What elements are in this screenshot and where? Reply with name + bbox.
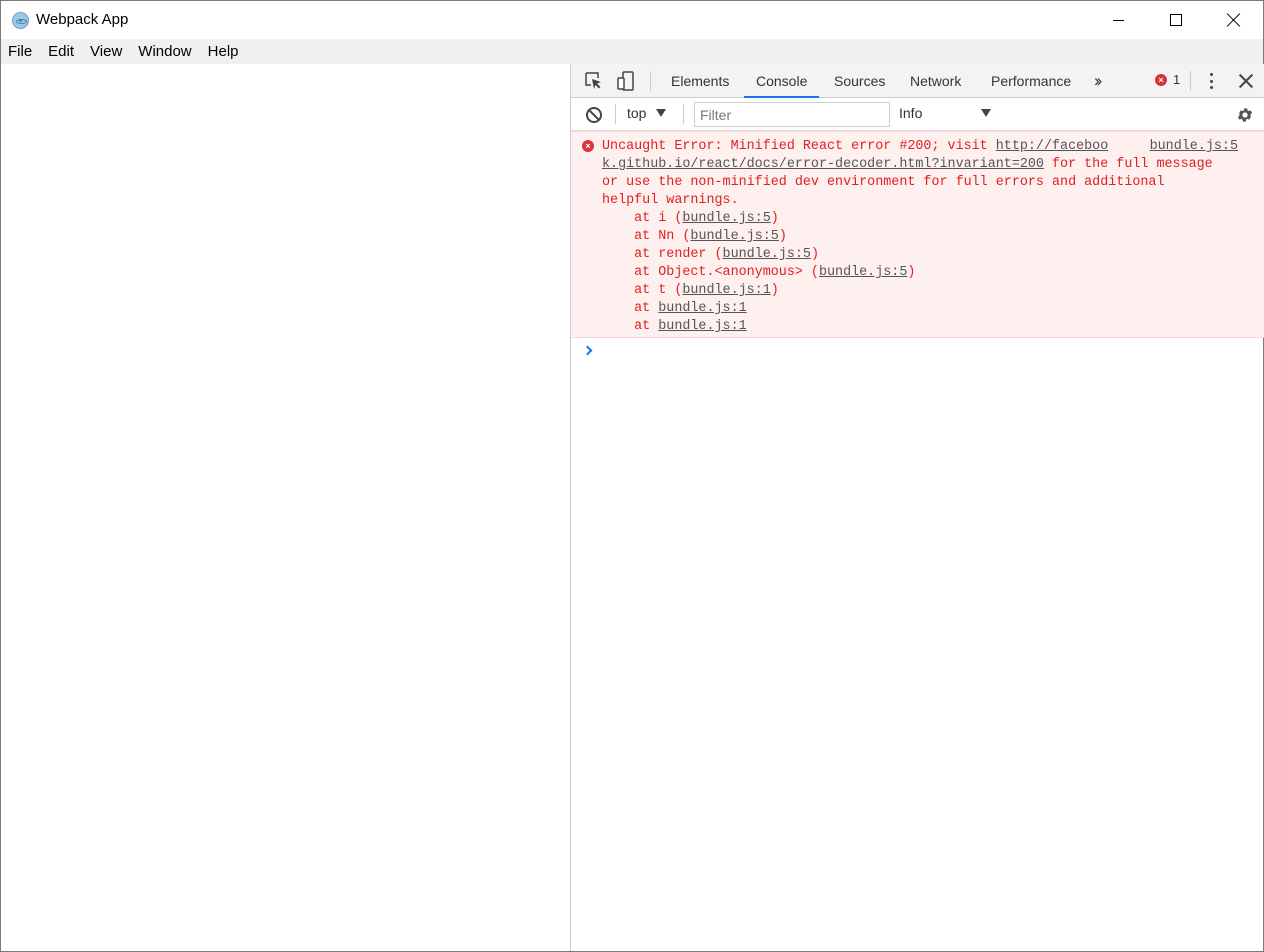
app-window: Webpack App File Edit View Window Help E… [0,0,1264,952]
clear-console-icon[interactable] [586,107,602,123]
error-line: or use the non-minified dev environment … [602,175,1165,190]
stack-frame: at Object.<anonymous> (bundle.js:5) [602,265,916,280]
console-settings-gear-icon[interactable] [1236,106,1254,124]
electron-atom-icon [12,12,29,29]
error-decoder-link[interactable]: k.github.io/react/docs/error-decoder.htm… [602,157,1044,172]
log-level-value: Info [899,105,923,121]
device-toolbar-icon[interactable] [617,71,637,91]
more-options-icon[interactable] [1203,72,1219,90]
stack-frame: at Nn (bundle.js:5) [602,229,787,244]
close-window-button[interactable] [1205,1,1263,39]
console-toolbar: top Info [571,98,1264,131]
error-line: Uncaught Error: Minified React error #20… [602,139,996,154]
error-line: helpful warnings. [602,193,739,208]
log-level-selector[interactable]: Info [899,105,991,121]
stack-frame-link[interactable]: bundle.js:1 [658,301,746,316]
menu-help[interactable]: Help [200,43,247,60]
tab-sources[interactable]: Sources [822,64,897,98]
stack-frame: at bundle.js:1 [602,319,747,334]
title-bar: Webpack App [1,1,1263,39]
error-count-badge[interactable]: × 1 [1155,72,1180,87]
tab-performance[interactable]: Performance [979,64,1083,98]
error-source-link[interactable]: bundle.js:5 [1150,138,1238,156]
stack-frame: at bundle.js:1 [602,301,747,316]
menu-view[interactable]: View [82,43,130,60]
stack-frame: at t (bundle.js:1) [602,283,779,298]
maximize-icon [1170,14,1182,26]
tab-elements[interactable]: Elements [659,64,741,98]
stack-frame: at render (bundle.js:5) [602,247,819,262]
error-icon: × [582,140,594,152]
close-icon [1227,13,1241,27]
minimize-icon [1112,19,1124,21]
console-filter-input[interactable] [694,102,890,127]
more-tabs-chevron-icon[interactable]: ›› [1094,71,1103,91]
minimize-button[interactable] [1089,1,1147,39]
stack-frame-link[interactable]: bundle.js:1 [682,283,770,298]
error-decoder-link[interactable]: http://faceboo [996,139,1109,154]
toolbar-divider [1190,71,1191,91]
stack-frame-link[interactable]: bundle.js:1 [658,319,746,334]
menu-file[interactable]: File [1,43,40,60]
window-title: Webpack App [36,11,129,28]
stack-frame-link[interactable]: bundle.js:5 [682,211,770,226]
close-devtools-icon[interactable] [1238,73,1254,89]
tab-network[interactable]: Network [898,64,973,98]
error-count: 1 [1173,72,1181,87]
console-prompt-chevron-icon[interactable] [583,345,593,355]
menu-edit[interactable]: Edit [40,43,82,60]
menu-window[interactable]: Window [130,43,199,60]
stack-frame-link[interactable]: bundle.js:5 [819,265,907,280]
devtools-panel: Elements Console Sources Network Perform… [570,64,1264,951]
devtools-tab-bar: Elements Console Sources Network Perform… [571,64,1264,98]
tab-console[interactable]: Console [744,64,820,98]
context-value: top [627,105,647,121]
stack-frame: at i (bundle.js:5) [602,211,779,226]
toolbar-divider [650,71,651,91]
error-line: for the full message [1043,157,1213,172]
dropdown-arrow-icon [656,109,667,117]
dropdown-arrow-icon [981,109,991,117]
error-icon: × [1155,73,1167,86]
menu-bar: File Edit View Window Help [1,39,1263,64]
context-selector[interactable]: top [627,105,667,121]
inspect-element-icon[interactable] [584,71,604,91]
maximize-button[interactable] [1147,1,1205,39]
error-text: Uncaught Error: Minified React error #20… [602,138,1242,336]
toolbar-divider [615,104,616,124]
console-error-message: × Uncaught Error: Minified React error #… [571,131,1264,338]
stack-frame-link[interactable]: bundle.js:5 [690,229,778,244]
toolbar-divider [683,104,684,124]
stack-frame-link[interactable]: bundle.js:5 [723,247,811,262]
app-content-area [1,64,570,951]
